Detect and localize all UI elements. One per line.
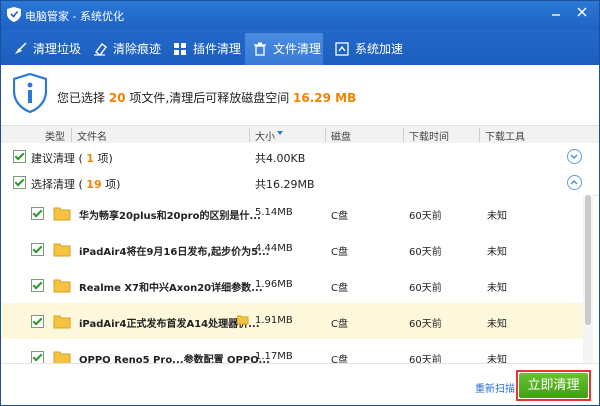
file-size: 1.96MB (255, 279, 293, 290)
tab-plugin-clean[interactable]: 插件清理 (165, 33, 241, 65)
row-checkbox[interactable] (31, 315, 44, 328)
eraser-icon (94, 43, 107, 56)
title-bar: 电脑管家 - 系统优化 (1, 1, 599, 29)
file-disk: C盘 (331, 247, 348, 258)
tab-label: 系统加速 (355, 42, 404, 56)
window-title: 电脑管家 - 系统优化 (25, 10, 124, 23)
rescan-link[interactable]: 重新扫描 (475, 380, 515, 395)
file-tool: 未知 (487, 319, 507, 330)
system-optimize-window: 电脑管家 - 系统优化 清理垃圾 清除痕迹 插件清理 文件清理 系统加速 您已选… (0, 0, 600, 406)
file-size: 4.44MB (255, 243, 293, 254)
file-tool: 未知 (487, 355, 507, 363)
file-tool: 未知 (487, 247, 507, 258)
file-list: 华为畅享20plus和20pro的区别是什... 5.14MB C盘 60天前 … (1, 195, 583, 363)
chevron-up-icon (570, 180, 578, 185)
folder-icon (53, 243, 71, 257)
column-type[interactable]: 类型 (45, 128, 65, 143)
close-icon (577, 7, 587, 17)
group-label: 选择清理 ( 19 项) (31, 178, 121, 191)
file-name: OPPO Reno5 Pro...参数配置 OPPO... (79, 355, 270, 363)
summary-text: 您已选择 20 项文件,清理后可释放磁盘空间 16.29 MB (57, 89, 356, 106)
group-size: 共16.29MB (255, 178, 315, 191)
trash-can-icon (254, 42, 266, 56)
tab-label: 文件清理 (273, 42, 322, 56)
selected-count: 20 (108, 91, 126, 105)
file-name: iPadAir4将在9月16日发布,起步价为5... (79, 247, 270, 258)
table-row[interactable]: iPadAir4将在9月16日发布,起步价为5... 4.44MB C盘 60天… (1, 231, 583, 268)
file-disk: C盘 (331, 211, 348, 222)
row-checkbox[interactable] (31, 207, 44, 220)
broom-icon (15, 42, 27, 54)
plugin-grid-icon (174, 43, 186, 55)
folder-icon (53, 351, 71, 363)
freeable-size: 16.29 MB (293, 91, 357, 105)
group-suggested[interactable]: 建议清理 ( 1 项) 共4.00KB (1, 143, 599, 170)
file-time: 60天前 (409, 319, 442, 330)
table-row[interactable]: iPadAir4正式发布首发A14处理器价... 1.91MB C盘 60天前 … (1, 303, 583, 340)
selection-summary-panel: 您已选择 20 项文件,清理后可释放磁盘空间 16.29 MB (1, 65, 599, 125)
file-time: 60天前 (409, 283, 442, 294)
tab-bar: 清理垃圾 清除痕迹 插件清理 文件清理 系统加速 (1, 29, 599, 65)
group-size: 共4.00KB (255, 152, 306, 165)
group-checkbox[interactable] (13, 176, 26, 189)
file-name: iPadAir4正式发布首发A14处理器价... (79, 319, 260, 330)
info-shield-icon (13, 73, 47, 113)
file-size: 1.91MB (255, 315, 293, 326)
open-folder-icon[interactable] (237, 315, 249, 325)
tab-label: 清除痕迹 (113, 42, 162, 56)
column-name[interactable]: 文件名 (77, 128, 107, 143)
file-size: 1.17MB (255, 351, 293, 362)
scrollbar-thumb[interactable] (585, 195, 591, 325)
file-time: 60天前 (409, 247, 442, 258)
footer-bar: 重新扫描 立即清理 (1, 363, 599, 405)
group-selected[interactable]: 选择清理 ( 19 项) 共16.29MB (1, 169, 599, 196)
tab-file-clean[interactable]: 文件清理 (245, 33, 323, 65)
group-checkbox[interactable] (13, 150, 26, 163)
file-size: 5.14MB (255, 207, 293, 218)
folder-icon (53, 279, 71, 293)
table-row[interactable]: 华为畅享20plus和20pro的区别是什... 5.14MB C盘 60天前 … (1, 195, 583, 232)
column-size[interactable]: 大小 (255, 128, 275, 143)
minimize-icon (552, 14, 560, 16)
file-disk: C盘 (331, 319, 348, 330)
chevron-down-icon (570, 154, 578, 159)
expand-toggle[interactable] (567, 149, 582, 164)
file-tool: 未知 (487, 283, 507, 294)
file-time: 60天前 (409, 211, 442, 222)
file-name: 华为畅享20plus和20pro的区别是什... (79, 211, 261, 222)
minimize-button[interactable] (545, 5, 567, 23)
summary-prefix: 您已选择 (57, 91, 106, 105)
tab-system-speedup[interactable]: 系统加速 (327, 33, 403, 65)
collapse-toggle[interactable] (567, 175, 582, 190)
row-checkbox[interactable] (31, 243, 44, 256)
group-label: 建议清理 ( 1 项) (31, 152, 113, 165)
file-name: Realme X7和中兴Axon20详细参数... (79, 283, 263, 294)
folder-icon (53, 315, 71, 329)
column-tool[interactable]: 下载工具 (485, 128, 525, 143)
column-time[interactable]: 下载时间 (409, 128, 449, 143)
tab-label: 清理垃圾 (33, 42, 82, 56)
clean-now-button[interactable]: 立即清理 (519, 373, 588, 398)
file-time: 60天前 (409, 355, 442, 363)
close-button[interactable] (571, 5, 593, 23)
file-tool: 未知 (487, 211, 507, 222)
file-disk: C盘 (331, 283, 348, 294)
row-checkbox[interactable] (31, 279, 44, 292)
tab-clean-junk[interactable]: 清理垃圾 (5, 33, 81, 65)
table-row[interactable]: OPPO Reno5 Pro...参数配置 OPPO... 1.17MB C盘 … (1, 339, 583, 363)
table-row[interactable]: Realme X7和中兴Axon20详细参数... 1.96MB C盘 60天前… (1, 267, 583, 304)
summary-middle: 项文件,清理后可释放磁盘空间 (129, 91, 290, 105)
tab-label: 插件清理 (193, 42, 242, 56)
shield-logo-icon (7, 7, 21, 22)
tab-clear-traces[interactable]: 清除痕迹 (85, 33, 161, 65)
vertical-scrollbar[interactable] (583, 195, 593, 363)
file-disk: C盘 (331, 355, 348, 363)
column-disk[interactable]: 磁盘 (331, 128, 351, 143)
speed-icon (335, 42, 349, 56)
sort-desc-icon (277, 131, 283, 135)
row-checkbox[interactable] (31, 351, 44, 363)
table-header: 类型 文件名 大小 磁盘 下载时间 下载工具 (1, 125, 599, 145)
folder-icon (53, 207, 71, 221)
